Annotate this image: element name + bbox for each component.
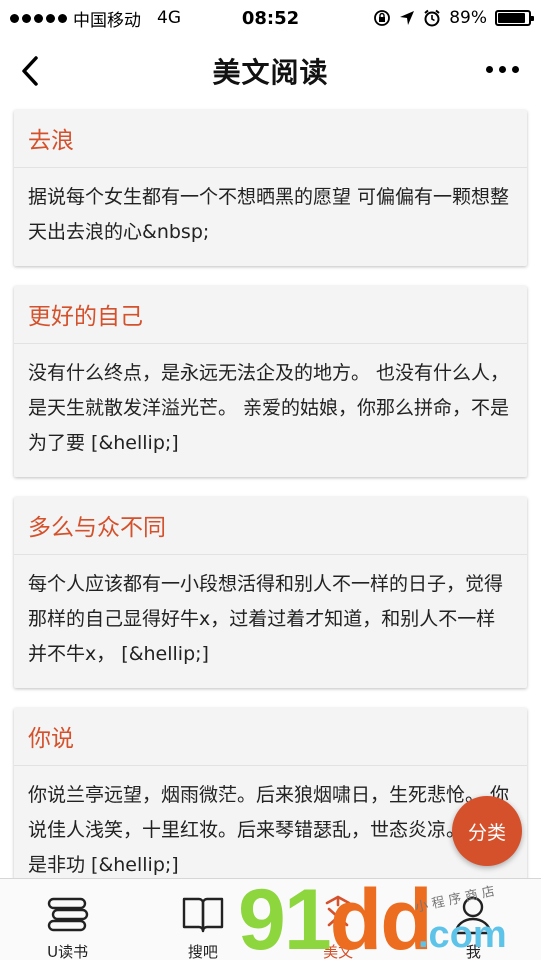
- tab-label: 搜吧: [187, 943, 218, 960]
- tab-bar: U读书 搜吧 美文 我: [0, 878, 541, 960]
- tab-me[interactable]: 我: [406, 879, 541, 960]
- status-bar: 中国移动 4G 08:52 89%: [0, 0, 541, 36]
- carrier-label: 中国移动: [73, 10, 141, 31]
- article-card[interactable]: 多么与众不同 每个人应该都有一小段想活得和别人不一样的日子，觉得那样的自己显得好…: [14, 497, 527, 688]
- article-excerpt: 你说兰亭远望，烟雨微茫。后来狼烟啸日，生死悲怆。 你说佳人浅笑，十里红妆。后来琴…: [28, 784, 510, 876]
- article-title[interactable]: 去浪: [14, 110, 527, 168]
- article-card[interactable]: 你说 你说兰亭远望，烟雨微茫。后来狼烟啸日，生死悲怆。 你说佳人浅笑，十里红妆。…: [14, 708, 527, 878]
- nav-bar: 美文阅读: [0, 36, 541, 106]
- network-label: 4G: [157, 8, 181, 28]
- open-book-icon: [180, 891, 226, 937]
- rotation-lock-icon: [374, 10, 391, 26]
- tab-label: U读书: [47, 943, 89, 960]
- article-card[interactable]: 更好的自己 没有什么终点，是永远无法企及的地方。 也没有什么人，是天生就散发洋溢…: [14, 286, 527, 477]
- tab-label: 我: [465, 943, 481, 960]
- article-title[interactable]: 多么与众不同: [14, 497, 527, 555]
- article-excerpt: 没有什么终点，是永远无法企及的地方。 也没有什么人，是天生就散发洋溢光芒。 亲爱…: [28, 362, 510, 454]
- category-button[interactable]: 分类: [452, 796, 522, 866]
- back-chevron-icon[interactable]: [14, 52, 50, 90]
- article-card[interactable]: 去浪 据说每个女生都有一个不想晒黑的愿望 可偏偏有一颗想整天出去浪的心&nbsp…: [14, 110, 527, 266]
- tab-books[interactable]: U读书: [0, 879, 135, 960]
- battery-icon: [495, 10, 534, 26]
- status-time: 08:52: [241, 7, 300, 29]
- signal-icon: [10, 13, 67, 23]
- article-title[interactable]: 你说: [14, 708, 527, 766]
- article-excerpt: 据说每个女生都有一个不想晒黑的愿望 可偏偏有一颗想整天出去浪的心&nbsp;: [28, 186, 510, 243]
- status-right: 89%: [331, 8, 534, 28]
- battery-percent: 89%: [449, 8, 487, 28]
- battery-level: [498, 13, 525, 23]
- article-excerpt: 每个人应该都有一小段想活得和别人不一样的日子，觉得那样的自己显得好牛x，过着过着…: [28, 573, 504, 665]
- tab-search[interactable]: 搜吧: [135, 879, 270, 960]
- page-title: 美文阅读: [212, 56, 329, 89]
- status-left: 中国移动 4G: [10, 6, 210, 31]
- article-icon: [315, 891, 361, 937]
- more-options-icon[interactable]: [486, 66, 519, 73]
- tab-label: 美文: [323, 943, 354, 960]
- alarm-icon: [424, 9, 440, 27]
- article-title[interactable]: 更好的自己: [14, 286, 527, 344]
- location-icon: [400, 11, 415, 25]
- tab-articles[interactable]: 美文: [271, 879, 406, 960]
- user-icon: [450, 891, 496, 937]
- books-stack-icon: [45, 891, 91, 937]
- article-list[interactable]: 去浪 据说每个女生都有一个不想晒黑的愿望 可偏偏有一颗想整天出去浪的心&nbsp…: [0, 106, 541, 878]
